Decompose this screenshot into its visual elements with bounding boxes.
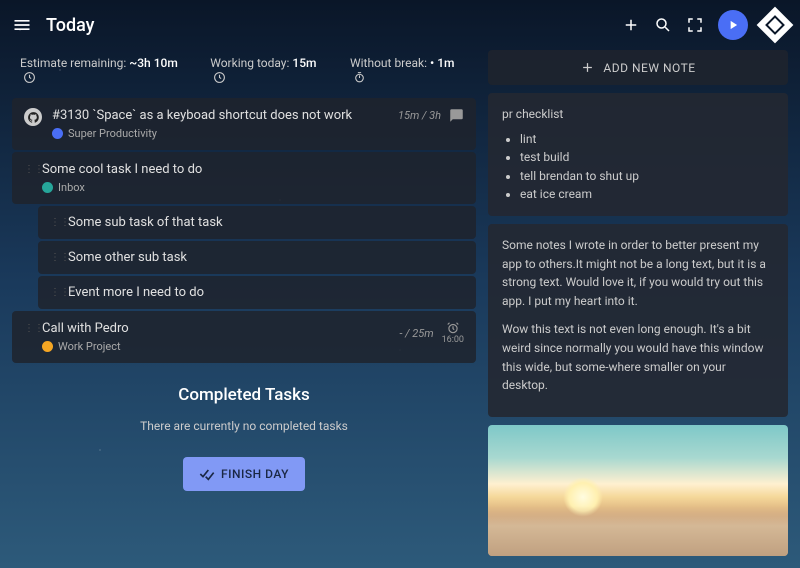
task-title: #3130 `Space` as a keyboad shortcut does…	[52, 108, 388, 123]
note-card[interactable]: pr checklist lint test build tell brenda…	[488, 93, 788, 216]
completed-empty: There are currently no completed tasks	[12, 419, 476, 433]
stats-bar: Estimate remaining: ~3h 10m Working toda…	[12, 50, 476, 98]
note-title: pr checklist	[502, 105, 774, 124]
task-row[interactable]: #3130 `Space` as a keyboad shortcut does…	[12, 98, 476, 150]
note-text: Some notes I wrote in order to better pr…	[502, 236, 774, 310]
note-list: lint test build tell brendan to shut up …	[520, 130, 774, 204]
subtask-row[interactable]: ⋮⋮ Event more I need to do	[38, 276, 476, 309]
task-title: Some cool task I need to do	[42, 162, 464, 177]
drag-handle-icon[interactable]: ⋮⋮	[50, 252, 58, 263]
task-meta: - / 25m 16:00	[399, 321, 464, 345]
drag-handle-icon[interactable]: ⋮⋮	[50, 217, 58, 228]
finish-day-button[interactable]: FINISH DAY	[183, 457, 305, 491]
play-button[interactable]	[718, 10, 748, 40]
diamond-icon[interactable]	[757, 7, 794, 44]
menu-icon[interactable]	[12, 15, 32, 35]
completed-heading: Completed Tasks	[12, 385, 476, 405]
task-row[interactable]: ⋮⋮ Some cool task I need to do Inbox	[12, 152, 476, 204]
task-title: Some other sub task	[68, 250, 464, 265]
note-image[interactable]	[488, 425, 788, 556]
note-text: Wow this text is not even long enough. I…	[502, 320, 774, 394]
search-icon[interactable]	[654, 16, 672, 34]
fullscreen-icon[interactable]	[686, 16, 704, 34]
add-note-button[interactable]: ADD NEW NOTE	[488, 50, 788, 85]
drag-handle-icon[interactable]: ⋮⋮	[50, 287, 58, 298]
add-icon[interactable]	[622, 16, 640, 34]
drag-handle-icon[interactable]: ⋮⋮	[24, 323, 32, 334]
task-row[interactable]: ⋮⋮ Call with Pedro Work Project - / 25m …	[12, 311, 476, 363]
drag-handle-icon[interactable]: ⋮⋮	[24, 164, 32, 175]
task-title: Call with Pedro	[42, 321, 389, 336]
task-tag: Work Project	[42, 340, 389, 353]
alarm-icon: 16:00	[442, 321, 464, 345]
task-title: Some sub task of that task	[68, 215, 464, 230]
subtask-row[interactable]: ⋮⋮ Some sub task of that task	[38, 206, 476, 239]
note-card[interactable]: Some notes I wrote in order to better pr…	[488, 224, 788, 417]
github-icon	[24, 108, 42, 126]
task-tag: Super Productivity	[52, 127, 388, 140]
task-meta: 15m / 3h	[398, 108, 464, 123]
comment-icon	[449, 108, 464, 123]
page-title: Today	[46, 15, 95, 36]
subtask-row[interactable]: ⋮⋮ Some other sub task	[38, 241, 476, 274]
task-title: Event more I need to do	[68, 285, 464, 300]
task-tag: Inbox	[42, 181, 464, 194]
